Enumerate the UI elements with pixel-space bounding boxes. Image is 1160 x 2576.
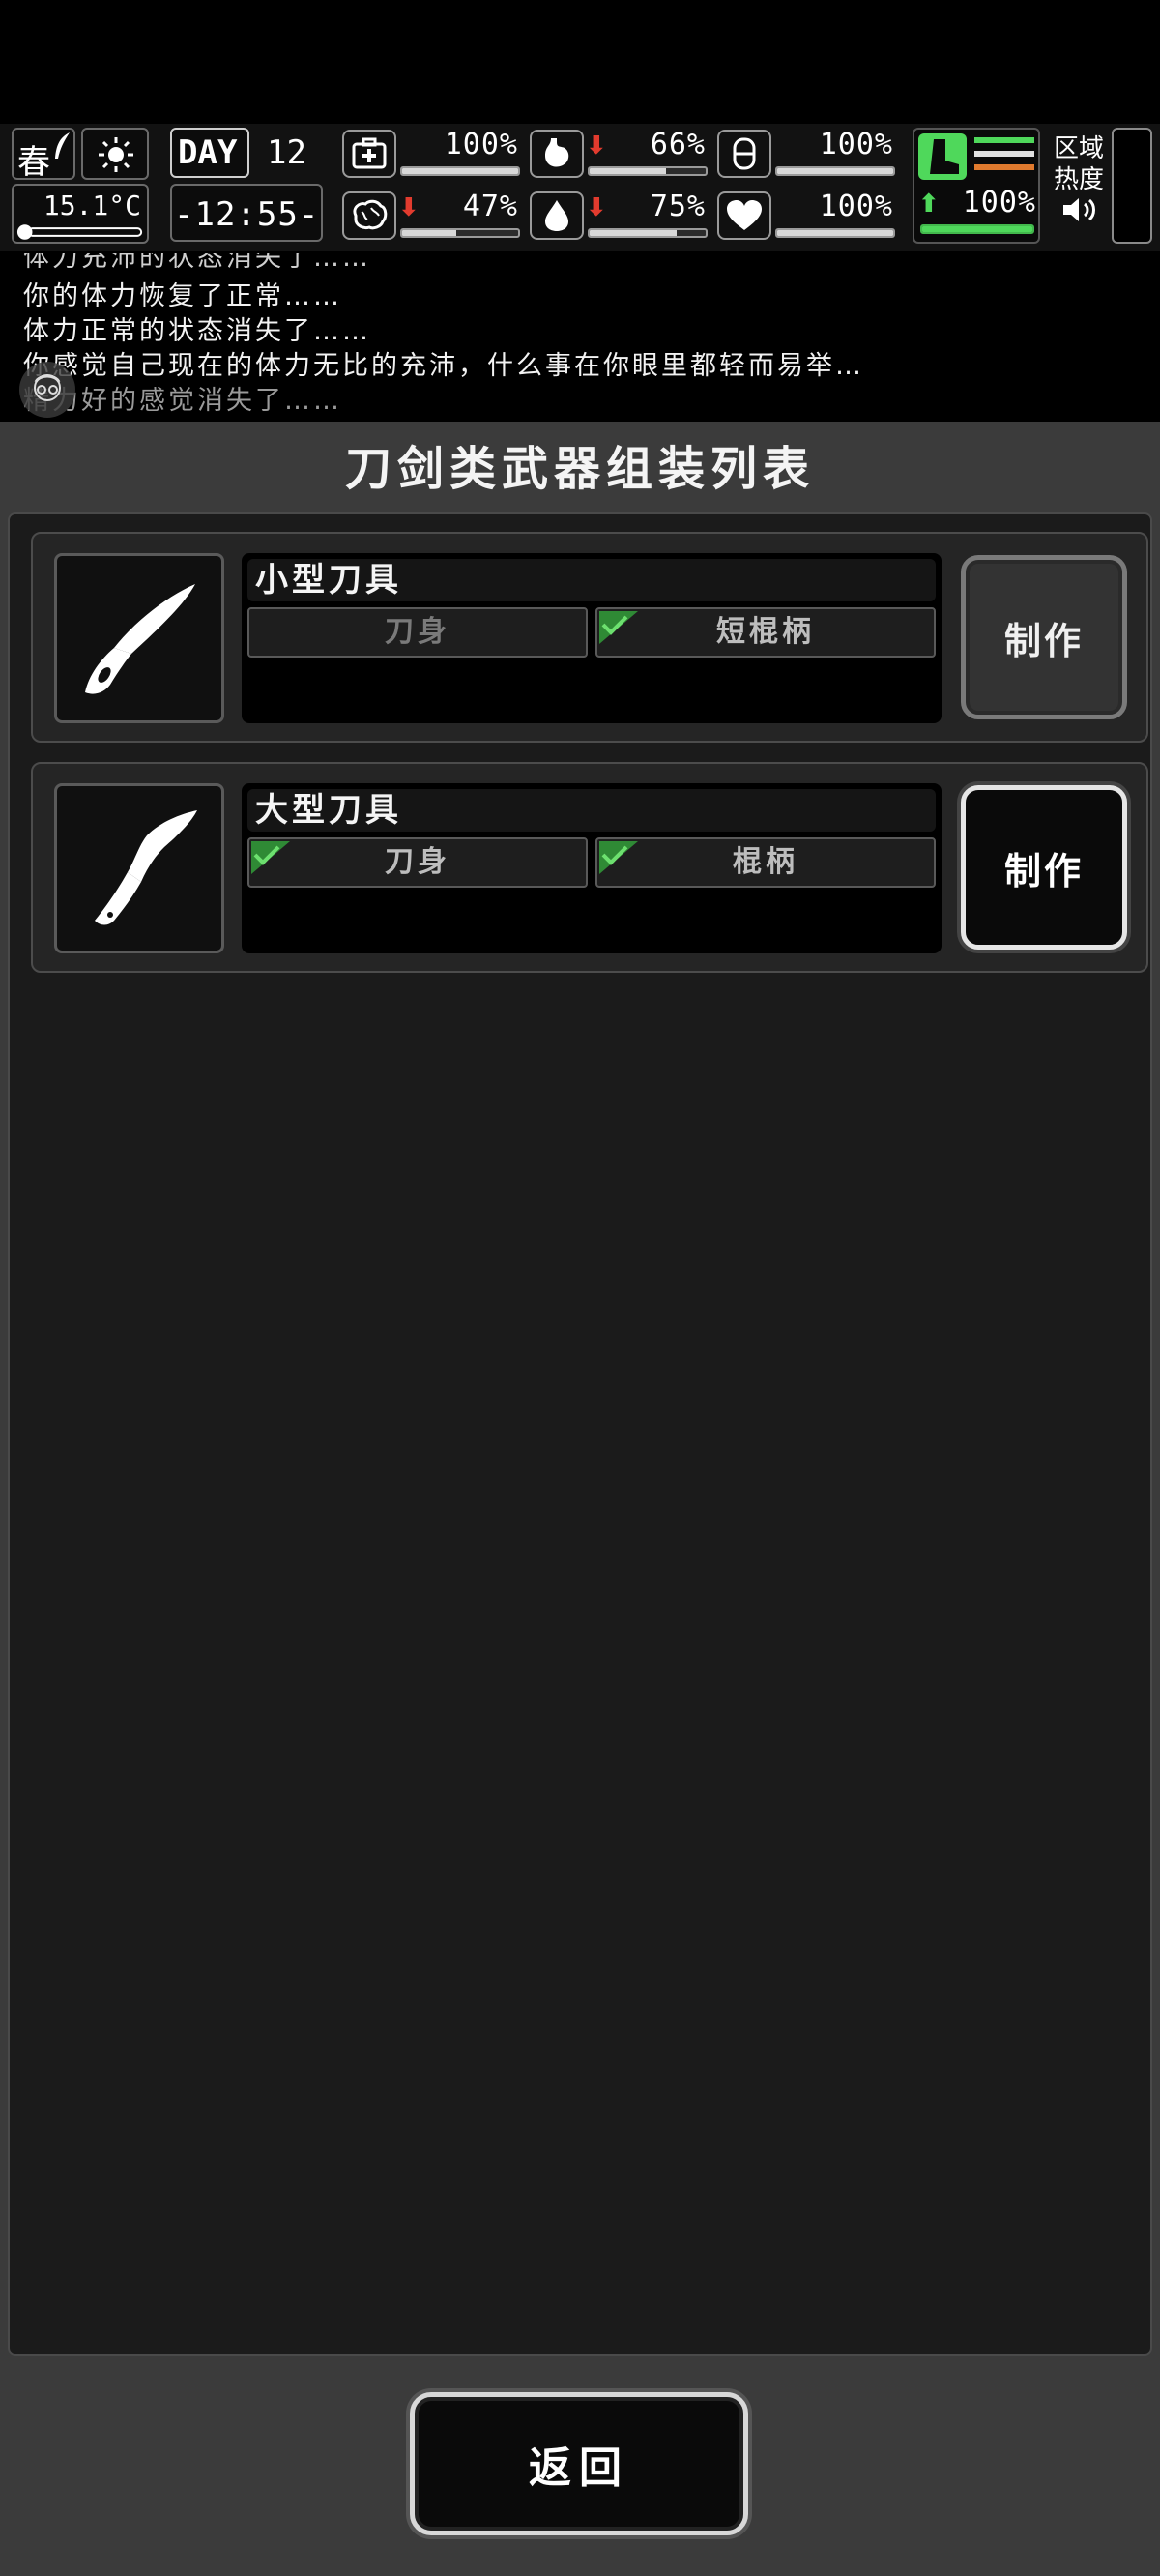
medkit-icon [352,137,387,169]
time-box: -12:55- [170,184,323,242]
stamina-box: ⬆ 100% [913,128,1040,244]
recipe-card-large-knife: 大型刀具 刀身 棍柄 制作 [31,762,1148,973]
recipe-list: 小型刀具 刀身 短棍柄 制作 大型刀具 刀身 棍柄 制作 [8,512,1152,2356]
part-slot-blade[interactable]: 刀身 [247,607,588,658]
log-line: 你的体力恢复了正常…… [23,281,342,311]
weather-box [81,128,149,180]
thirst-percent: 75% [650,190,706,223]
part-label: 刀身 [385,615,450,649]
recipe-info: 小型刀具 刀身 短棍柄 [242,553,942,723]
part-label: 棍柄 [733,845,798,879]
part-label: 短棍柄 [716,615,815,649]
thermometer-icon [16,224,143,240]
part-slot-blade[interactable]: 刀身 [247,837,588,888]
make-button-small-knife[interactable]: 制作 [961,555,1127,719]
temperature-box: 15.1°C [12,184,149,244]
message-log: 体力充沛的状态消失了…… 你的体力恢复了正常…… 体力正常的状态消失了…… 你感… [0,253,1160,418]
mood-icon-box [717,191,771,240]
heart-icon [727,200,762,230]
kukri-icon [95,810,197,925]
recipe-thumbnail [54,553,224,723]
stamina-percent: 100% [962,186,1036,220]
area-heat[interactable]: 区域 热度 [1054,133,1108,228]
back-button-label: 返回 [529,2444,629,2493]
hunger-percent: 66% [650,128,706,161]
folding-knife-icon [85,584,195,694]
health-bar [400,166,520,176]
water-drop-icon [545,200,568,231]
area-heat-label-1: 区域 [1054,134,1105,163]
health-percent: 100% [444,128,518,161]
thirst-icon-box [530,191,584,240]
check-icon [599,841,638,874]
avatar[interactable] [19,362,75,418]
health-icon-box [342,130,396,178]
stamina-stripes [974,137,1034,178]
season-box: 春 [12,128,75,182]
temperature-value: 15.1°C [43,190,141,221]
recipe-name: 大型刀具 [247,789,936,832]
stamina-bar [920,224,1034,234]
hunger-icon-box [530,130,584,178]
hunger-bar-fill [590,168,667,174]
hunger-bar [588,166,708,176]
thirst-bar [588,228,708,238]
mind-bar-fill [402,230,457,236]
status-bar: 春 15.1°C DAY 12 -12:55- 100% ⬇ 66% 100% … [0,124,1160,251]
recipe-name: 小型刀具 [247,559,936,601]
area-heat-label-2: 热度 [1054,165,1105,194]
back-button[interactable]: 返回 [410,2392,748,2535]
mood-bar [775,228,895,238]
health-bar-fill [402,168,518,174]
part-slot-short-handle[interactable]: 短棍柄 [595,607,936,658]
log-line: 体力正常的状态消失了…… [23,316,371,346]
speaker-icon[interactable] [1061,195,1100,224]
check-icon [599,611,638,644]
part-slot-handle[interactable]: 棍柄 [595,837,936,888]
day-label-box: DAY [170,128,249,178]
recipe-info: 大型刀具 刀身 棍柄 [242,783,942,953]
day-number: 12 [267,133,306,172]
part-label: 刀身 [385,845,450,879]
stomach-icon [545,138,569,167]
feather-icon [55,132,70,159]
vest-icon [733,137,756,170]
armor-percent: 100% [819,128,893,161]
mood-bar-fill [777,230,893,236]
season-label: 春 [17,143,50,182]
boot-icon [918,133,967,180]
check-icon [251,841,290,874]
make-button-label: 制作 [1003,849,1084,893]
brain-icon [353,199,388,230]
make-button-large-knife[interactable]: 制作 [961,785,1127,950]
player-face-icon [34,374,61,401]
make-button-label: 制作 [1003,619,1084,662]
armor-icon-box [717,130,771,178]
log-line: 你感觉自己现在的体力无比的充沛，什么事在你眼里都轻而易举… [23,351,864,381]
mind-percent: 47% [462,190,518,223]
log-line: 体力充沛的状态消失了…… [23,253,371,273]
page-title: 刀剑类武器组装列表 [344,442,815,496]
mind-bar [400,228,520,238]
mind-icon-box [342,191,396,240]
heat-meter [1112,128,1152,244]
armor-bar [775,166,895,176]
armor-bar-fill [777,168,893,174]
recipe-thumbnail [54,783,224,953]
clock-time: -12:55- [174,195,320,234]
mood-percent: 100% [819,190,893,223]
sun-icon [99,137,133,172]
thirst-bar-fill [590,230,677,236]
day-label: DAY [178,133,238,172]
recipe-card-small-knife: 小型刀具 刀身 短棍柄 制作 [31,532,1148,743]
stamina-bar-fill [922,226,1032,232]
